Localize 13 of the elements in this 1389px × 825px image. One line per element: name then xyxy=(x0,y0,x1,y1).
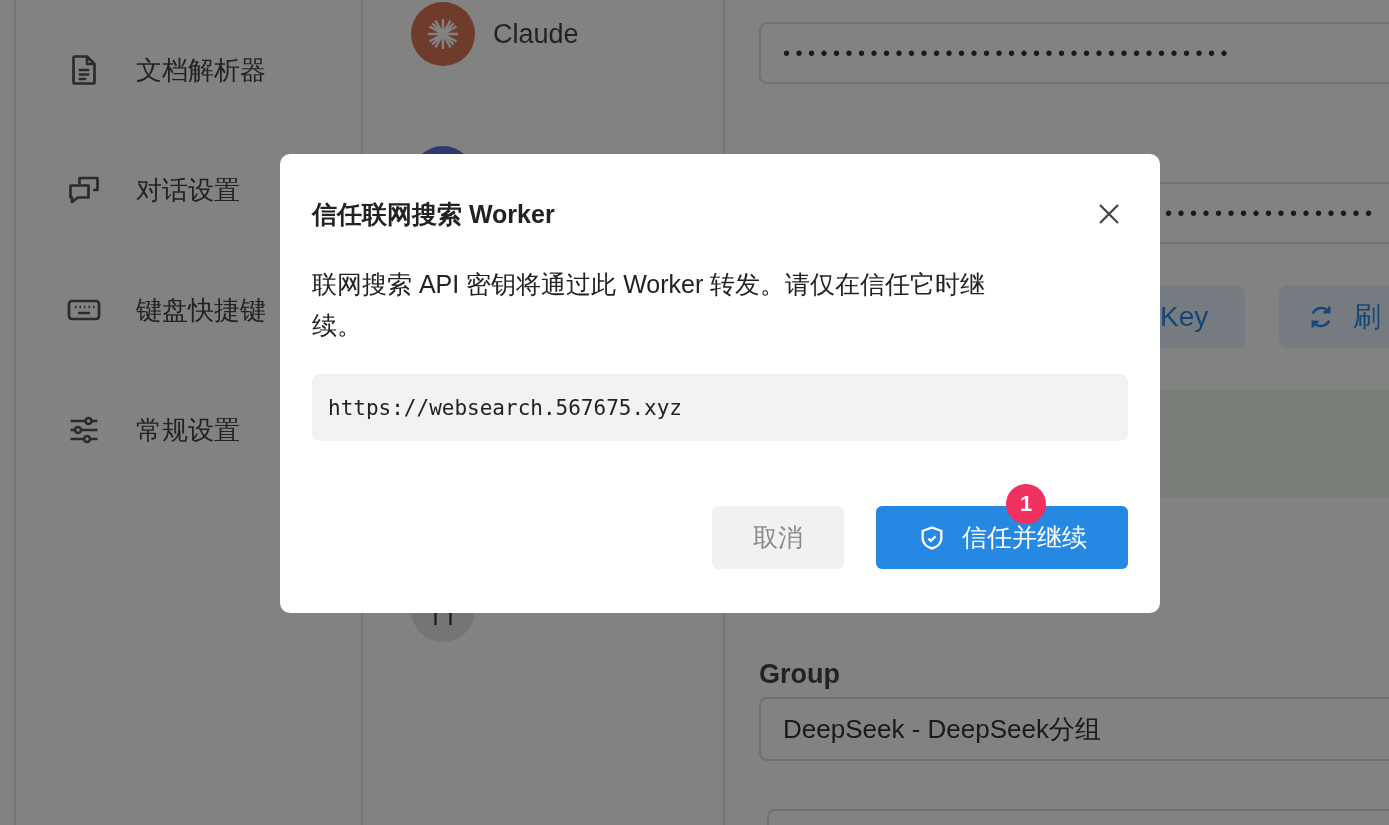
dialog-title: 信任联网搜索 Worker xyxy=(312,198,555,230)
sidebar-item[interactable]: 文档解析器 xyxy=(16,10,361,130)
url-box: https://websearch.567675.xyz xyxy=(312,374,1128,441)
badge: 1 xyxy=(1006,484,1046,524)
starburst-icon xyxy=(425,16,461,52)
refresh-button[interactable]: 刷 xyxy=(1279,286,1389,348)
close-icon[interactable] xyxy=(1097,202,1121,226)
dialog-message: 联网搜索 API 密钥将通过此 Worker 转发。请仅在信任它时继续。 xyxy=(312,269,987,341)
field-label: Group xyxy=(759,659,841,689)
client-id-field[interactable]: •••••••••••••••••••••••••••••••••••• xyxy=(759,22,1389,84)
group-select[interactable]: DeepSeek - DeepSeek分组 xyxy=(759,697,1389,761)
provider-name[interactable]: Claude xyxy=(493,18,579,50)
cancel-button[interactable]: 取消 xyxy=(712,506,844,569)
